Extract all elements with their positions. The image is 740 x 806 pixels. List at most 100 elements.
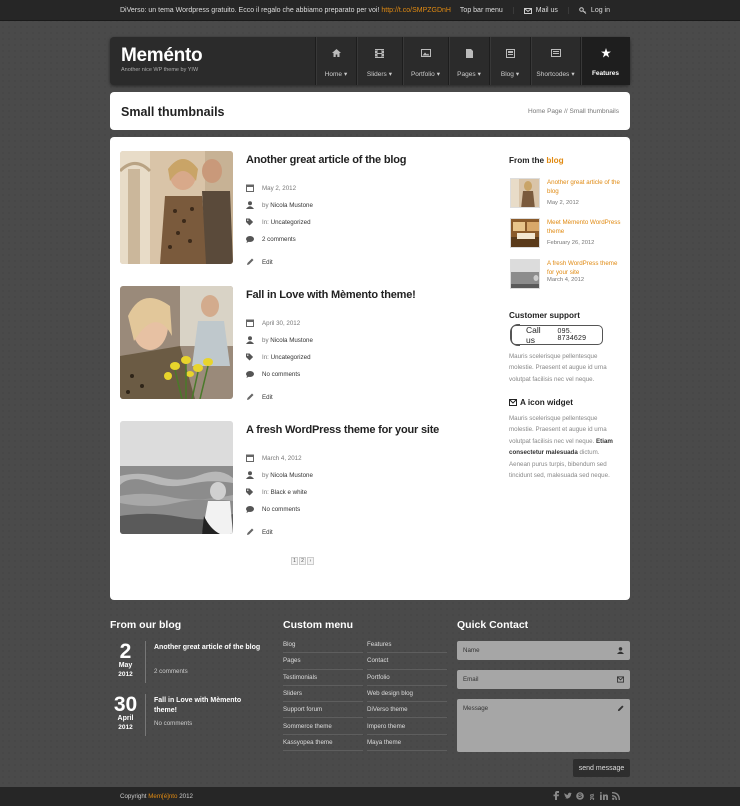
call-us-number: 095. 8734629 [557,328,587,342]
footer-post-comments[interactable]: 2 comments [154,668,188,675]
category-link[interactable]: Uncategorized [271,354,311,361]
sidebar-blog-title: From the blog [509,156,564,165]
footer-post-comments[interactable]: No comments [154,720,192,727]
sidebar-post-title[interactable]: A fresh WordPress theme for your site [547,259,623,277]
footer-menu-item-maya-theme[interactable]: Maya theme [367,735,447,752]
social-links: S g [552,791,620,800]
footer-menu-item-features[interactable]: Features [367,637,447,654]
call-us-label: Call us [526,325,541,345]
footer-menu-item-pages[interactable]: Pages [283,653,363,670]
breadcrumb[interactable]: Home Page // Small thumbnails [528,108,619,115]
sidebar-blog-title-hl: blog [546,156,564,165]
footer-menu-item-portfolio[interactable]: Portfolio [367,670,447,686]
rss-icon[interactable] [612,791,620,800]
edit-link[interactable]: Edit [262,259,273,266]
name-field[interactable]: Name [457,641,630,660]
nav-item-shortcodes[interactable]: Shortcodes ▾ [530,37,580,85]
sidebar-post-thumb[interactable] [510,178,540,208]
chevron-down-icon: ▾ [388,71,393,78]
page-link-1[interactable]: 1 [291,557,298,565]
post-title[interactable]: A fresh WordPress theme for your site [246,424,439,436]
user-icon [246,201,254,209]
footer-menu-item-support-forum[interactable]: Support forum [283,702,363,719]
tags-icon [246,488,254,496]
edit-link[interactable]: Edit [262,394,273,401]
footer-menu-item-testimonials[interactable]: Testimonials [283,670,363,686]
sidebar-post-title[interactable]: Meet Mèmento WordPress theme [547,218,623,236]
footer-menu-item-impero-theme[interactable]: Impero theme [367,718,447,735]
footer-menu-item-blog[interactable]: Blog [283,637,363,654]
post-category: In: Uncategorized [246,218,311,226]
footer-menu-title: Custom menu [283,619,354,631]
home-icon [331,48,341,58]
sidebar-post-date: March 4, 2012 [547,277,585,283]
main-content: Another great article of the blog May 2,… [110,137,630,600]
twitter-icon[interactable] [564,791,572,800]
skype-icon[interactable]: S [576,791,584,800]
calendar-icon [246,454,254,462]
nav-item-pages[interactable]: Pages ▾ [448,37,489,85]
post-thumbnail[interactable] [120,421,233,534]
post-title[interactable]: Fall in Love with Mèmento theme! [246,289,416,301]
name-placeholder: Name [463,647,480,654]
chevron-down-icon: ▾ [571,71,575,78]
post-thumbnail[interactable] [120,151,233,264]
linkedin-icon[interactable] [600,791,608,800]
comments-link[interactable]: No comments [262,506,300,513]
sidebar-post-thumb[interactable] [510,259,540,289]
page-next[interactable]: › [307,557,314,565]
category-link[interactable]: Uncategorized [271,219,311,226]
page-title-bar: Small thumbnails Home Page // Small thum… [110,92,630,130]
icon-widget-text: Mauris scelerisque pellentesque molestie… [509,413,621,481]
footer-menu-item-contact[interactable]: Contact [367,653,447,670]
chevron-down-icon: ▾ [436,71,441,78]
main-nav: Home ▾ Sliders ▾ Portfolio ▾ Pages ▾ Blog ▾ S… [315,37,630,85]
copyright-brand[interactable]: Mem[é]nto [148,793,177,800]
nav-item-features[interactable]: Features [580,37,630,85]
footer-post-month: April [117,715,134,722]
top-bar-menu[interactable]: Top bar menu [450,7,513,14]
google-icon[interactable]: g [588,791,596,800]
nav-item-blog[interactable]: Blog ▾ [489,37,530,85]
facebook-icon[interactable] [552,791,560,800]
category-prefix: In: [262,353,269,361]
pencil-icon [246,393,254,401]
page-link-2[interactable]: 2 [299,557,306,565]
edit-link[interactable]: Edit [262,529,273,536]
envelope-icon [523,7,532,14]
sidebar-blog-title-pre: From the [509,156,545,165]
author-prefix: by [262,471,269,479]
author-link[interactable]: Nicola Mustone [270,202,313,209]
footer-menu-item-sommerce-theme[interactable]: Sommerce theme [283,718,363,735]
footer-post-title[interactable]: Fall in Love with Mèmento theme! [154,696,264,716]
footer-menu-item-web-design-blog[interactable]: Web design blog [367,686,447,703]
author-link[interactable]: Nicola Mustone [270,337,313,344]
nav-item-portfolio[interactable]: Portfolio ▾ [402,37,448,85]
top-bar-link[interactable]: http://t.co/SMPZGDnH [381,7,451,14]
log-in-link[interactable]: Log in [567,7,620,14]
sidebar-post-title[interactable]: Another great article of the blog [547,178,623,196]
send-message-button[interactable]: send message [573,759,630,777]
category-link[interactable]: Black e white [271,489,307,496]
footer-menu-item-sliders[interactable]: Sliders [283,686,363,703]
post-comments: 2 comments [246,235,296,243]
nav-item-home[interactable]: Home ▾ [315,37,356,85]
nav-item-sliders[interactable]: Sliders ▾ [356,37,402,85]
footer-menu-item-diverso-theme[interactable]: DiVerso theme [367,702,447,719]
post-date: May 2, 2012 [246,184,296,192]
comments-link[interactable]: No comments [262,371,300,378]
site-logo[interactable]: Meménto [121,45,203,67]
email-field[interactable]: Email [457,670,630,689]
post-thumbnail[interactable] [120,286,233,399]
comments-link[interactable]: 2 comments [262,236,296,243]
footer-post-title[interactable]: Another great article of the blog [154,643,264,653]
footer-menu-item-kassyopea-theme[interactable]: Kassyopea theme [283,735,363,752]
sidebar-post-thumb[interactable] [510,218,540,248]
post-title[interactable]: Another great article of the blog [246,154,406,166]
nav-label-pages: Pages [457,70,476,78]
comment-icon [246,370,254,378]
message-field[interactable]: Message [457,699,630,752]
post-author: by Nicola Mustone [246,471,313,479]
author-link[interactable]: Nicola Mustone [270,472,313,479]
mail-us-link[interactable]: Mail us [512,7,568,14]
